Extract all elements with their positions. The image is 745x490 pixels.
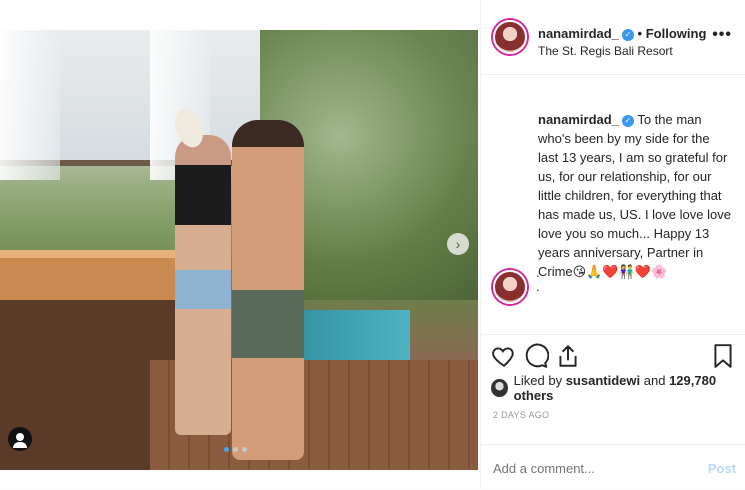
post-date[interactable]: 2 DAYS AGO xyxy=(493,410,549,420)
curtain xyxy=(0,30,60,180)
chevron-right-icon: › xyxy=(455,236,461,252)
caption-extra-line: . xyxy=(536,265,540,280)
carousel-dot xyxy=(224,447,229,452)
verified-badge-icon: ✓ xyxy=(621,28,634,41)
comment-icon[interactable] xyxy=(523,343,549,369)
woman-figure xyxy=(175,135,231,435)
header-separator: • xyxy=(637,26,643,41)
tagged-user-icon[interactable] xyxy=(8,427,32,451)
bookmark-icon[interactable] xyxy=(710,343,736,369)
caption-username[interactable]: nanamirdad_ xyxy=(538,112,619,127)
instagram-post: › nanamirdad_ ✓ • Following The St. Regis… xyxy=(0,0,745,489)
carousel-next-button[interactable]: › xyxy=(447,233,469,255)
carousel-dot xyxy=(242,447,247,452)
share-icon[interactable] xyxy=(555,343,581,369)
avatar[interactable] xyxy=(493,270,527,304)
post-sidebar: nanamirdad_ ✓ • Following The St. Regis B… xyxy=(480,0,745,489)
avatar[interactable] xyxy=(493,20,527,54)
comment-box: Post xyxy=(481,444,745,490)
caption-text: To the man who's been by my side for the… xyxy=(538,112,731,279)
post-header: nanamirdad_ ✓ • Following The St. Regis B… xyxy=(481,0,745,75)
avatar[interactable] xyxy=(491,379,508,397)
comment-input[interactable] xyxy=(491,460,685,477)
heart-icon[interactable] xyxy=(491,343,517,369)
carousel-dot xyxy=(233,447,238,452)
post-photo[interactable]: › xyxy=(0,0,480,489)
header-username[interactable]: nanamirdad_ xyxy=(538,26,619,41)
likes-summary: Liked by susantidewi and 129,780 others xyxy=(491,373,741,403)
caption-extra-line: . xyxy=(536,279,540,294)
man-figure xyxy=(232,120,304,460)
location-link[interactable]: The St. Regis Bali Resort xyxy=(538,44,673,58)
carousel-dots xyxy=(224,447,247,452)
verified-badge-icon: ✓ xyxy=(621,114,634,127)
liker-username[interactable]: susantidewi xyxy=(566,373,640,388)
following-button[interactable]: Following xyxy=(646,26,707,41)
post-comment-button[interactable]: Post xyxy=(708,461,736,476)
more-options-icon[interactable]: ••• xyxy=(712,26,732,44)
caption-area: nanamirdad_ ✓ To the man who's been by my… xyxy=(481,74,745,334)
photo-scene xyxy=(0,30,478,470)
action-bar xyxy=(481,334,745,375)
